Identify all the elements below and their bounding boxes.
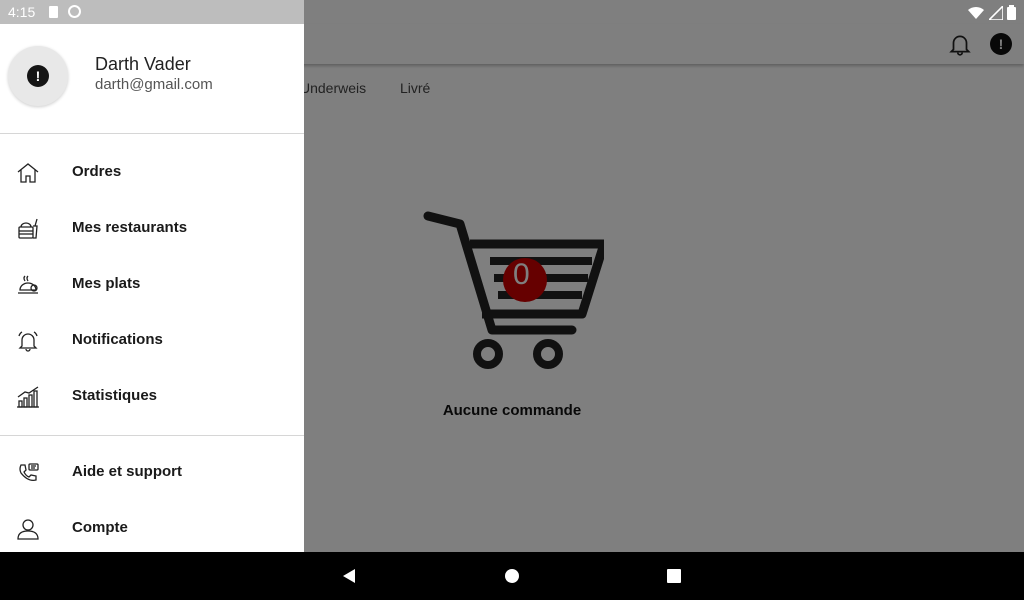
dish-icon (16, 273, 40, 297)
restaurant-icon (16, 217, 40, 241)
chart-icon (16, 385, 40, 409)
status-bar-left: 4:15 (0, 0, 304, 24)
drawer-secondary-menu: Aide et support Compte (0, 445, 304, 557)
menu-item-label: Mes restaurants (72, 219, 188, 236)
menu-item-notifications[interactable]: Notifications (0, 313, 304, 369)
navigation-drawer: ! Darth Vader darth@gmail.com Ordres Mes… (0, 24, 304, 552)
menu-item-mes-plats[interactable]: Mes plats (0, 257, 304, 313)
bell-icon (16, 329, 40, 353)
home-button-icon[interactable] (505, 569, 519, 583)
status-time: 4:15 (8, 4, 36, 20)
home-icon (16, 161, 40, 185)
drawer-menu: Ordres Mes restaurants Mes plats Notific… (0, 145, 304, 425)
drawer-header: ! Darth Vader darth@gmail.com (0, 24, 304, 134)
menu-item-statistiques[interactable]: Statistiques (0, 369, 304, 425)
user-email: darth@gmail.com (95, 76, 213, 93)
menu-item-label: Statistiques (72, 387, 158, 404)
user-name: Darth Vader (95, 54, 191, 74)
menu-item-label: Compte (72, 519, 128, 536)
status-bar: 4:15 (0, 0, 1024, 24)
navigation-bar (0, 552, 1024, 600)
menu-item-aide-et-support[interactable]: Aide et support (0, 445, 304, 501)
avatar[interactable]: ! (8, 46, 68, 106)
sync-icon (68, 5, 81, 18)
menu-item-mes-restaurants[interactable]: Mes restaurants (0, 201, 304, 257)
menu-item-label: Aide et support (72, 463, 183, 480)
battery-icon (1007, 5, 1016, 21)
alert-icon: ! (27, 65, 49, 87)
back-icon[interactable] (341, 568, 357, 584)
menu-item-label: Ordres (72, 163, 122, 180)
menu-item-compte[interactable]: Compte (0, 501, 304, 557)
signal-icon (988, 5, 1003, 20)
user-icon (16, 517, 40, 541)
recent-apps-icon[interactable] (667, 569, 681, 583)
menu-item-label: Mes plats (72, 275, 141, 292)
sd-card-icon (49, 6, 58, 18)
menu-item-ordres[interactable]: Ordres (0, 145, 304, 201)
menu-divider (0, 435, 304, 436)
support-icon (16, 461, 40, 485)
status-bar-right (968, 4, 1016, 21)
wifi-icon (968, 6, 985, 19)
menu-item-label: Notifications (72, 331, 163, 348)
